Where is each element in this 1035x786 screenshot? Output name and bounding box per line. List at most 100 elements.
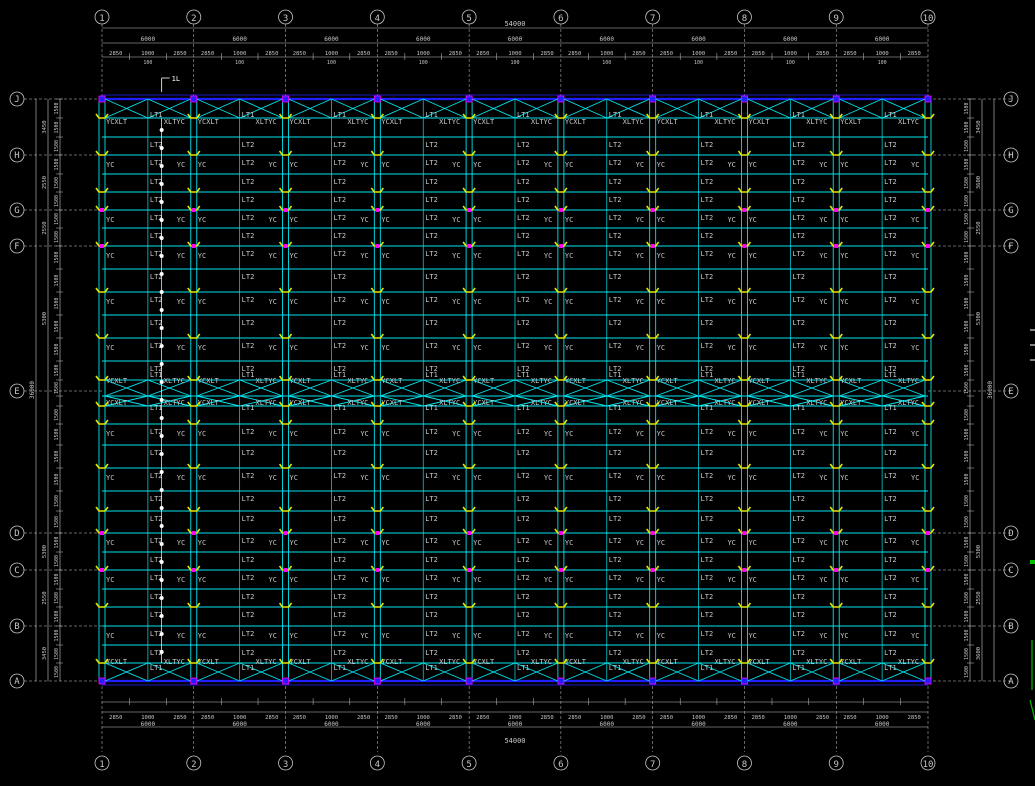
label-yc: YC [565,161,573,169]
label-yc: YC [636,216,644,224]
column-node [282,677,289,685]
label-lt2: LT2 [792,214,805,222]
label-yc: YC [381,344,389,352]
dim-purlin-right: 1500 [964,666,970,678]
column-node [465,677,473,685]
axis-label-row-A-left: A [14,677,20,687]
marker-1l-dot [159,236,164,240]
label-lt2: LT2 [609,342,622,350]
label-lt2: LT2 [517,273,530,281]
label-lt2: LT2 [701,428,714,436]
label-ycxlt: YCXLT [381,658,403,666]
dim-sub-bottom: 1000 [325,715,338,721]
label-lt1: LT1 [425,664,438,672]
yc-bracket-mark [462,187,476,193]
label-lt1: LT1 [242,664,255,672]
label-lt2: LT2 [609,611,622,619]
label-yc: YC [473,430,481,438]
label-lt2: LT2 [242,495,255,503]
dim-row-spacing-right: 3600 [976,647,982,660]
label-yc: YC [290,161,298,169]
label-yc: YC [290,216,298,224]
label-yc: YC [544,632,552,640]
axis-label-row-D-left: D [14,529,19,539]
label-lt2: LT2 [884,593,897,601]
label-yc: YC [290,474,298,482]
label-lt2: LT2 [609,649,622,657]
dim-row-spacing-left: 5300 [42,545,48,558]
label-lt2: LT2 [884,273,897,281]
label-ycxlt: YCXLT [198,377,220,385]
dim-row-spacing-left: 3450 [42,120,48,133]
label-yc: YC [360,161,368,169]
yc-bracket-mark [829,287,843,293]
label-yc: YC [636,576,644,584]
label-lt2: LT2 [792,515,805,523]
label-xltyc: XLTYC [439,377,460,385]
label-lt2: LT2 [884,630,897,638]
dim-purlin-left: 1500 [54,428,60,440]
column-node [832,677,840,685]
label-yc: YC [177,632,185,640]
label-xltyc: XLTYC [898,658,919,666]
label-yc: YC [473,576,481,584]
yc-bracket-mark [370,150,384,156]
label-yc: YC [269,344,277,352]
label-lt1: LT1 [701,404,714,412]
label-yc: YC [106,539,114,547]
dim-sub-mid-top: 100 [510,60,519,66]
dim-purlin-left: 1500 [54,231,60,243]
yc-bracket-mark [829,506,843,512]
label-lt2: LT2 [242,537,255,545]
yc-bracket-mark [95,506,109,512]
label-ycxlt: YCXLT [840,118,862,126]
label-lt2: LT2 [242,296,255,304]
label-lt2: LT2 [425,495,438,503]
dim-sub-top: 1000 [784,51,797,57]
label-yc: YC [198,474,206,482]
label-lt2: LT2 [609,319,622,327]
label-yc: YC [544,474,552,482]
label-yc: YC [911,474,919,482]
dim-purlin-left: 1500 [54,666,60,678]
label-yc: YC [473,298,481,306]
label-lt2: LT2 [333,159,346,167]
label-xltyc: XLTYC [806,399,827,407]
label-lt2: LT2 [517,159,530,167]
yc-bracket-mark [278,419,293,425]
dim-sub-bottom: 2850 [908,715,921,721]
marker-1l-dot [159,344,164,348]
label-yc: YC [748,216,756,224]
column-node [649,95,657,103]
label-yc: YC [636,430,644,438]
label-yc: YC [269,216,277,224]
label-yc: YC [106,216,114,224]
yc-bracket-mark [646,150,660,156]
label-lt2: LT2 [884,296,897,304]
column-node [926,208,930,212]
marker-1l-dot [159,380,164,384]
dim-purlin-left: 1500 [54,409,60,421]
label-lt2: LT2 [884,365,897,373]
label-lt2: LT2 [333,342,346,350]
dim-purlin-right: 1500 [964,592,970,604]
label-xltyc: XLTYC [256,377,277,385]
dim-sub-bottom: 1000 [784,715,797,721]
cad-drawing-canvas[interactable]: 54000 54000 1 1 6000 6000 2850 1000 2850 100 2850 1… [0,0,1035,782]
dim-purlin-left: 1500 [54,140,60,152]
label-lt2: LT2 [609,515,622,523]
marker-1l-dot [159,200,164,204]
label-lt2: LT2 [150,495,163,503]
axis-label-row-F-right: F [1008,242,1013,252]
yc-bracket-mark [554,187,568,193]
label-xltyc: XLTYC [806,118,827,126]
label-yc: YC [290,298,298,306]
column-node [375,531,380,535]
label-lt1: LT1 [150,111,163,119]
label-lt2: LT2 [425,537,438,545]
label-lt2: LT2 [425,141,438,149]
dim-purlin-right: 1500 [964,516,970,528]
yc-bracket-mark [187,506,201,512]
column-node [373,95,381,103]
label-ycxlt: YCXLT [565,658,587,666]
